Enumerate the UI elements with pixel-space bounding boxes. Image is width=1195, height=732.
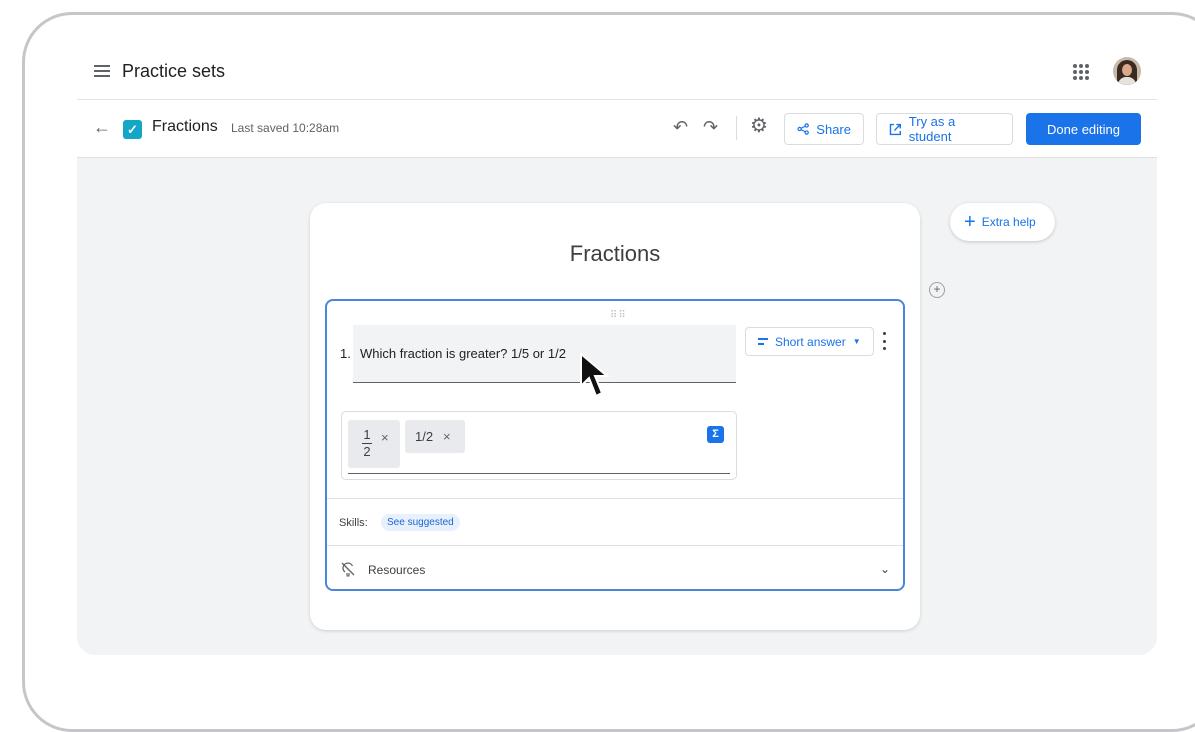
question-number: 1. xyxy=(340,346,351,361)
mouse-cursor-icon xyxy=(580,352,610,398)
resources-label[interactable]: Resources xyxy=(368,563,425,577)
app-window: Practice sets ← ✓ Fractions Last saved 1… xyxy=(77,45,1157,655)
answer-chip-fraction[interactable]: 1 2 × xyxy=(348,420,400,468)
redo-icon[interactable]: ↷ xyxy=(703,118,718,136)
avatar[interactable] xyxy=(1113,57,1141,85)
question-type-label: Short answer xyxy=(775,334,846,349)
share-button[interactable]: Share xyxy=(784,113,864,145)
top-app-bar: Practice sets xyxy=(77,45,1157,100)
apps-grid-icon[interactable] xyxy=(1073,64,1089,80)
share-icon xyxy=(797,123,809,135)
share-label: Share xyxy=(816,121,851,137)
question-block[interactable]: ⠿⠿ 1. Which fraction is greater? 1/5 or … xyxy=(325,299,905,591)
add-question-icon[interactable]: + xyxy=(929,282,945,298)
back-arrow-icon[interactable]: ← xyxy=(93,118,111,136)
answer-text: 1/2 xyxy=(415,429,434,444)
open-external-icon xyxy=(889,123,901,135)
remove-answer-icon[interactable]: × xyxy=(381,430,389,445)
question-type-dropdown[interactable]: Short answer ▼ xyxy=(745,327,874,356)
toolbar-divider xyxy=(736,116,737,140)
menu-icon[interactable] xyxy=(94,65,110,77)
answer-input[interactable]: 1 2 × 1/2 × Σ xyxy=(341,411,737,480)
question-text[interactable]: Which fraction is greater? 1/5 or 1/2 xyxy=(360,346,566,361)
try-as-student-button[interactable]: Try as a student xyxy=(876,113,1013,145)
section-divider xyxy=(327,545,903,546)
see-suggested-chip[interactable]: See suggested xyxy=(381,514,460,531)
document-title[interactable]: Fractions xyxy=(152,118,218,136)
drag-handle-icon[interactable]: ⠿⠿ xyxy=(610,310,627,321)
more-options-icon[interactable] xyxy=(883,332,887,350)
section-divider xyxy=(327,498,903,499)
skills-label: Skills: xyxy=(339,517,368,529)
editor-toolbar: ← ✓ Fractions Last saved 10:28am ↶ ↷ ⚙ S… xyxy=(77,100,1157,158)
math-equation-icon[interactable]: Σ xyxy=(707,426,724,443)
short-answer-icon xyxy=(758,338,768,345)
fraction-value: 1 2 xyxy=(362,427,372,459)
remove-answer-icon[interactable]: × xyxy=(443,429,451,444)
card-title[interactable]: Fractions xyxy=(310,241,920,267)
done-editing-button[interactable]: Done editing xyxy=(1026,113,1141,145)
settings-gear-icon[interactable]: ⚙ xyxy=(750,115,768,137)
extra-help-label: Extra help xyxy=(981,215,1036,229)
answer-chip-text[interactable]: 1/2 × xyxy=(405,420,465,453)
lightbulb-off-icon xyxy=(341,562,355,577)
answer-underline xyxy=(348,473,730,474)
checkbox-icon: ✓ xyxy=(123,120,142,139)
dropdown-arrow-icon: ▼ xyxy=(852,337,861,346)
undo-icon[interactable]: ↶ xyxy=(673,118,688,136)
last-saved-status: Last saved 10:28am xyxy=(231,121,340,135)
try-label: Try as a student xyxy=(908,114,956,144)
plus-icon: + xyxy=(964,211,976,233)
extra-help-button[interactable]: + Extra help xyxy=(950,203,1055,241)
practice-set-card: Fractions ⠿⠿ 1. Which fraction is greate… xyxy=(310,203,920,630)
app-title: Practice sets xyxy=(122,61,226,81)
chevron-down-icon[interactable]: ⌄ xyxy=(880,562,890,576)
